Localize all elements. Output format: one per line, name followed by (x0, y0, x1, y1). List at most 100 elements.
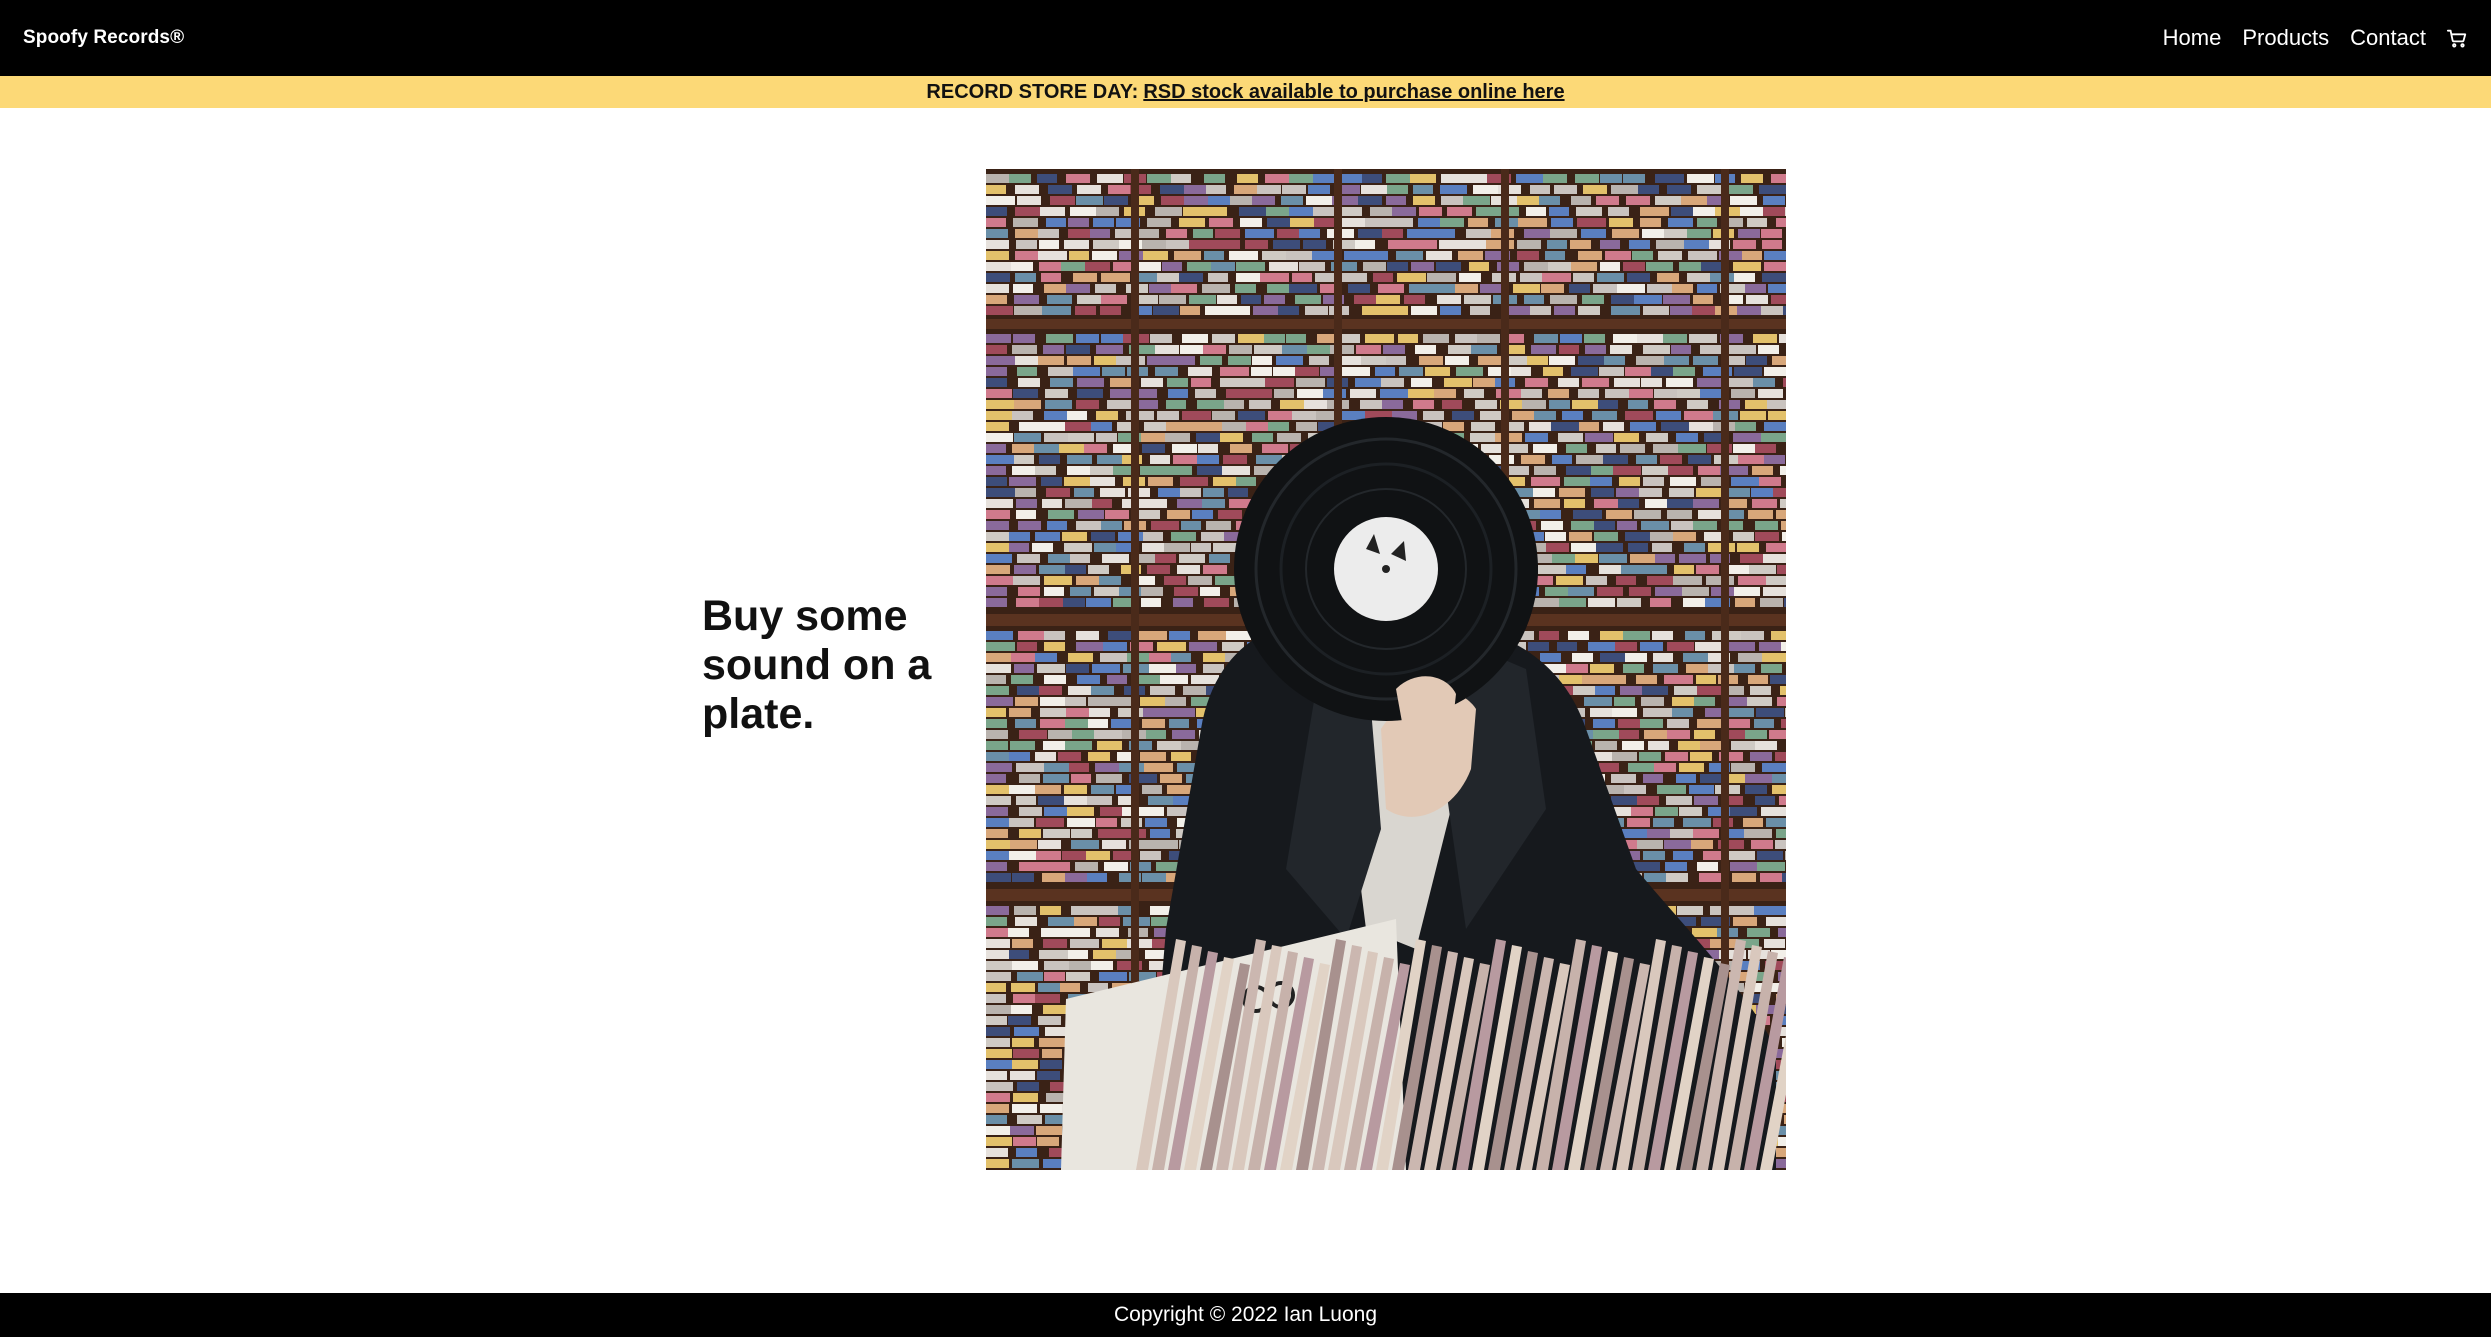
cassette-spine (1220, 433, 1243, 442)
cassette-spine (1047, 295, 1072, 304)
cassette-spine (1089, 708, 1110, 717)
cassette-spine (1042, 499, 1062, 508)
cassette-spine (1764, 455, 1785, 464)
cassette-spine (1209, 218, 1233, 227)
cassette-spine (1731, 389, 1755, 398)
cassette-spine (1068, 686, 1092, 695)
cassette-spine (1747, 218, 1767, 227)
cassette-spine (1600, 240, 1620, 249)
cassette-spine (1140, 752, 1166, 761)
cassette-spine (1044, 961, 1071, 970)
cassette-spine (1748, 675, 1768, 684)
cassette-spine (1039, 1038, 1065, 1047)
cassette-spine (1043, 741, 1068, 750)
cassette-spine (1278, 306, 1299, 315)
cassette-spine (1614, 697, 1635, 706)
cassette-spine (1011, 653, 1035, 662)
cassette-spine (986, 862, 1007, 871)
cassette-spine (1524, 295, 1544, 304)
cassette-spine (1195, 422, 1223, 431)
cassette-spine (1691, 840, 1713, 849)
cassette-spine (1564, 499, 1585, 508)
cassette-spine (1181, 521, 1201, 530)
cassette-spine (1015, 185, 1039, 194)
cassette-spine (1734, 367, 1762, 376)
cassette-spine (1643, 345, 1670, 354)
cassette-spine (1761, 306, 1786, 315)
cassette-spine (1062, 851, 1088, 860)
cassette-spine (1687, 174, 1714, 183)
cassette-spine (1140, 851, 1161, 860)
cassette-spine (986, 1137, 1012, 1146)
cassette-spine (1088, 697, 1110, 706)
cassette-spine (1727, 851, 1755, 860)
cassette-spine (1667, 642, 1694, 651)
cassette-spine (1338, 218, 1365, 227)
cassette-spine (1149, 664, 1177, 673)
cassette-spine (1166, 229, 1187, 238)
cassette-spine (1250, 389, 1272, 398)
cassette-spine (1608, 207, 1629, 216)
cassette-spine (986, 1060, 1015, 1069)
cassette-spine (1137, 229, 1159, 238)
cassette-spine (1644, 565, 1667, 574)
cassette-spine (1065, 719, 1091, 728)
cassette-spine (1017, 554, 1040, 563)
rsd-stock-link[interactable]: RSD stock available to purchase online h… (1143, 81, 1564, 104)
cassette-spine (1097, 455, 1124, 464)
cassette-spine (1292, 273, 1312, 282)
cassette-spine (1201, 532, 1227, 541)
cassette-spine (1543, 174, 1567, 183)
cassette-spine (1044, 411, 1071, 420)
cassette-spine (1044, 642, 1065, 651)
cassette-spine (1071, 829, 1092, 838)
cassette-spine (1038, 983, 1063, 992)
cassette-spine (1477, 334, 1500, 343)
cassette-spine (1778, 1137, 1786, 1146)
cassette-spine (1599, 367, 1624, 376)
nav-home-link[interactable]: Home (2163, 25, 2222, 51)
cassette-spine (1762, 763, 1786, 772)
nav-contact-link[interactable]: Contact (2350, 25, 2426, 51)
cassette-spine (1245, 240, 1268, 249)
cassette-spine (1014, 400, 1041, 409)
cassette-spine (1603, 455, 1628, 464)
cassette-spine (1750, 686, 1771, 695)
cassette-spine (1040, 697, 1066, 706)
cassette-spine (986, 400, 1014, 409)
cassette-spine (1096, 433, 1117, 442)
cassette-spine (1226, 631, 1251, 640)
cassette-spine (1645, 499, 1669, 508)
cassette-spine (1092, 664, 1120, 673)
cassette-spine (1629, 389, 1653, 398)
shopping-cart-icon[interactable] (2446, 27, 2468, 49)
cassette-spine (1476, 207, 1502, 216)
cassette-spine (1048, 185, 1072, 194)
cassette-spine (1009, 950, 1029, 959)
cassette-spine (1203, 664, 1224, 673)
cassette-spine (986, 1016, 1007, 1025)
brand-logo[interactable]: Spoofy Records® (23, 27, 184, 49)
cassette-spine (1177, 499, 1203, 508)
cassette-spine (1066, 284, 1090, 293)
cassette-spine (986, 818, 1013, 827)
cassette-spine (1014, 906, 1036, 915)
cassette-spine (986, 873, 1011, 882)
cassette-spine (1096, 774, 1122, 783)
cassette-spine (986, 730, 1008, 739)
cassette-spine (1035, 532, 1060, 541)
cassette-spine (1222, 466, 1250, 475)
cassette-spine (1540, 510, 1561, 519)
cassette-spine (1102, 939, 1130, 948)
cassette-spine (1142, 444, 1165, 453)
cassette-spine (1511, 367, 1531, 376)
cassette-spine (1612, 752, 1637, 761)
cassette-spine (1099, 972, 1127, 981)
nav-products-link[interactable]: Products (2242, 25, 2329, 51)
cassette-spine (1525, 378, 1548, 387)
cassette-spine (1087, 796, 1112, 805)
cassette-spine (1017, 1082, 1039, 1091)
cassette-spine (1568, 587, 1594, 596)
cassette-spine (1755, 741, 1777, 750)
cassette-spine (1653, 664, 1678, 673)
